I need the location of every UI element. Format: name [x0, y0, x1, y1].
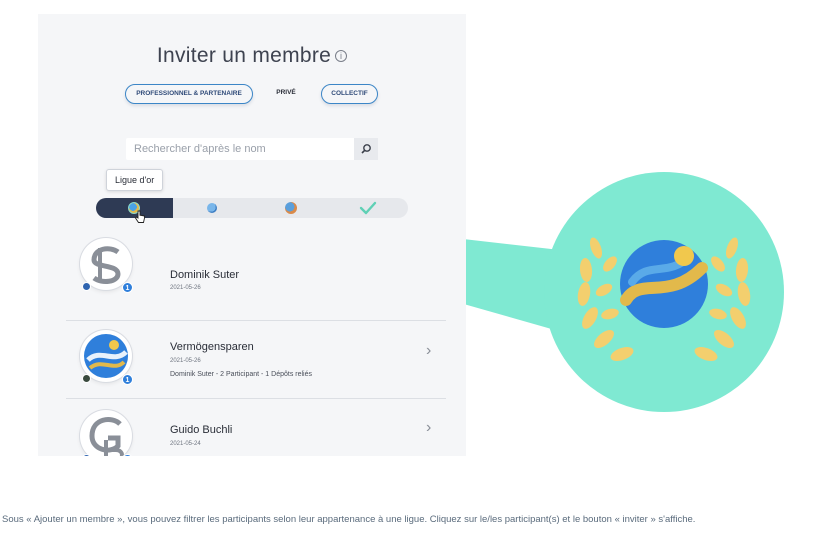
search-bar: Rechercher d'après le nom	[126, 138, 378, 160]
search-button[interactable]	[354, 138, 378, 160]
search-input[interactable]: Rechercher d'après le nom	[134, 143, 266, 155]
screenshot-stage: Inviter un membre i PROFESSIONNEL & PARTE…	[0, 0, 817, 545]
chevron-right-icon[interactable]: ›	[426, 342, 431, 360]
member-name: Vermögensparen	[170, 341, 254, 353]
league-filter-bar	[96, 198, 408, 223]
search-icon	[361, 144, 371, 154]
info-icon[interactable]: i	[335, 50, 348, 63]
status-dot	[82, 454, 91, 456]
count-badge: 1	[122, 374, 133, 385]
member-date: 2021-05-26	[170, 285, 201, 291]
blue-league-icon[interactable]	[207, 203, 217, 213]
page-title: Inviter un membre i	[38, 44, 466, 68]
hand-cursor-icon	[134, 210, 145, 223]
count-badge: 1	[122, 282, 133, 293]
member-name: Guido Buchli	[170, 424, 233, 436]
chevron-right-icon[interactable]: ›	[426, 419, 431, 437]
league-zoom-circle	[544, 172, 784, 412]
row-divider	[66, 398, 446, 399]
bronze-league-icon[interactable]	[285, 202, 297, 214]
row-divider	[66, 320, 446, 321]
member-details: Dominik Suter - 2 Participant - 1 Dépôts…	[170, 371, 312, 378]
gold-league-emblem-icon	[577, 237, 751, 361]
invite-member-dialog: Inviter un membre i PROFESSIONNEL & PARTE…	[38, 14, 466, 456]
tab-prive[interactable]: PRIVÉ	[266, 84, 306, 104]
tab-professionnel-partenaire[interactable]: PROFESSIONNEL & PARTENAIRE	[125, 84, 253, 104]
count-badge: 1	[122, 454, 133, 456]
logo-gb-icon	[89, 417, 124, 456]
status-dot	[82, 374, 91, 383]
member-name: Dominik Suter	[170, 269, 240, 281]
dialog-title: Inviter un membre	[156, 44, 332, 67]
avatar	[80, 410, 132, 456]
status-dot	[82, 282, 91, 291]
league-tooltip: Ligue d'or	[106, 169, 164, 191]
tab-collectif[interactable]: COLLECTIF	[321, 84, 378, 104]
member-date: 2021-05-24	[170, 441, 201, 447]
caption-text: Sous « Ajouter un membre », vous pouvez …	[2, 514, 696, 525]
member-date: 2021-05-26	[170, 358, 201, 364]
check-icon[interactable]	[359, 199, 377, 217]
